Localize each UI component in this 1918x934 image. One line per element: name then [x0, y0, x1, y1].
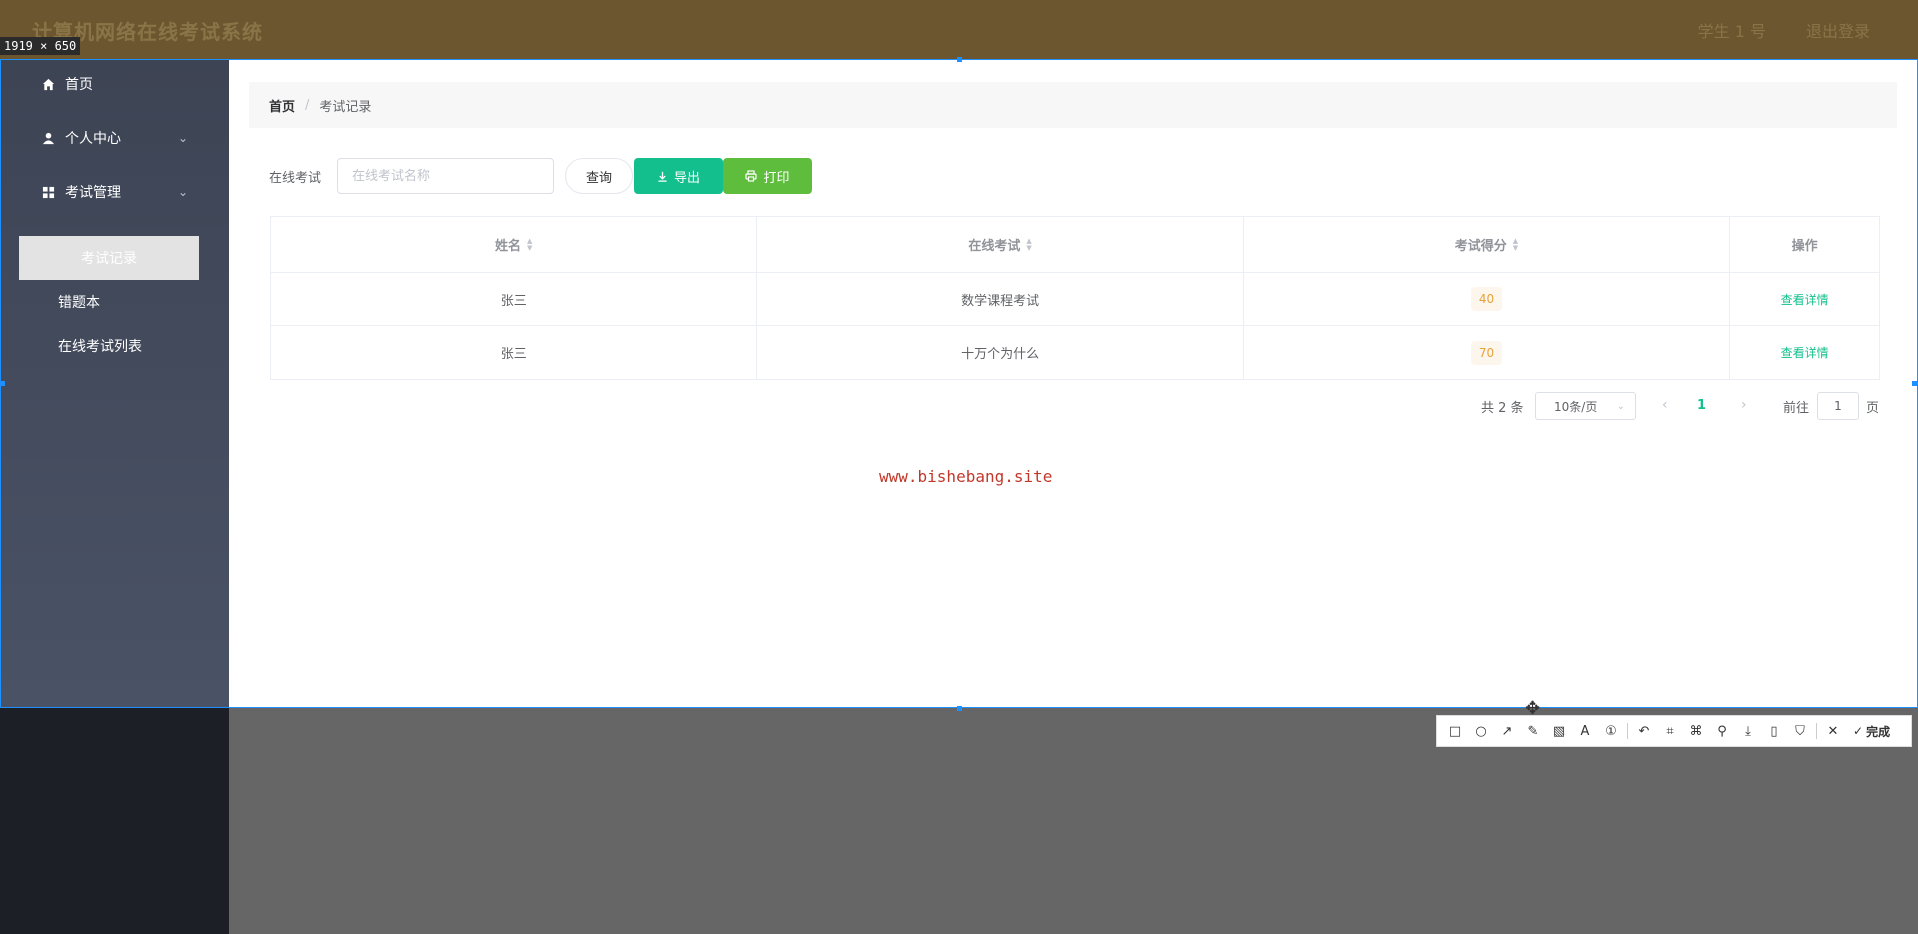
goto-label: 前往 [1783, 401, 1810, 416]
mosaic-tool-icon[interactable]: ▧ [1549, 721, 1569, 741]
bookmark-icon[interactable]: ⛉ [1790, 721, 1810, 741]
breadcrumb-current: 考试记录 [319, 99, 372, 115]
sidebar-item-profile[interactable]: 个人中心 ⌄ [42, 128, 188, 148]
sort-icon[interactable]: ▲ ▼ [1026, 237, 1031, 252]
table-row: 张三 数学课程考试 40 查看详情 [271, 273, 1879, 326]
score-badge: 70 [1470, 340, 1503, 365]
table-header-row: 姓名 ▲ ▼ 在线考试 ▲ ▼ 考试得分 ▲ ▼ 操作 [271, 217, 1879, 273]
sidebar-item-label: 考试管理 [65, 185, 121, 201]
header-label: 操作 [1791, 239, 1818, 254]
capture-toolbar: □ ○ ↗ ✎ ▧ A ① ↶ ⌗ ⌘ ⚲ ⤓ ▯ ⛉ ✕ ✓ 完成 [1436, 715, 1912, 747]
pagination-total: 共 2 条 [1481, 401, 1524, 416]
search-label: 在线考试 [269, 171, 322, 186]
arrow-tool-icon[interactable]: ↗ [1497, 721, 1517, 741]
page-size-select[interactable]: 10条/页 ⌄ [1535, 392, 1636, 420]
table-row: 张三 十万个为什么 70 查看详情 [271, 326, 1879, 379]
capture-handle[interactable] [1912, 381, 1917, 386]
sidebar: 首页 个人中心 ⌄ 考试管理 ⌄ 考试记录 错题本 在线考试列表 [0, 59, 229, 708]
capture-size-tag: 1919 × 650 [0, 37, 81, 55]
next-page-icon[interactable]: › [1741, 397, 1747, 413]
chevron-down-icon: ⌄ [178, 131, 189, 145]
sort-icon[interactable]: ▲ ▼ [527, 237, 532, 252]
check-icon: ✓ [1853, 724, 1864, 738]
header-label: 考试得分 [1454, 239, 1507, 254]
breadcrumb-home[interactable]: 首页 [269, 96, 295, 115]
view-details-link[interactable]: 查看详情 [1781, 344, 1829, 361]
ocr-icon[interactable]: ⌗ [1660, 721, 1680, 741]
goto-page-input[interactable]: 1 [1817, 392, 1859, 420]
chevron-down-icon: ⌄ [1616, 400, 1625, 412]
save-icon[interactable]: ⤓ [1738, 721, 1758, 741]
column-header-actions: 操作 [1730, 217, 1879, 272]
translate-icon[interactable]: ⌘ [1686, 721, 1706, 741]
close-icon[interactable]: ✕ [1823, 721, 1843, 741]
export-button[interactable]: 导出 [634, 158, 723, 194]
top-header: 计算机网络在线考试系统 学生 1 号 退出登录 [0, 0, 1918, 59]
chevron-down-icon: ⌄ [178, 185, 189, 199]
sidebar-item-exam-manage[interactable]: 考试管理 ⌄ [42, 182, 188, 202]
toolbar-divider [1816, 723, 1817, 739]
number-tool-icon[interactable]: ① [1601, 721, 1621, 741]
ellipse-tool-icon[interactable]: ○ [1471, 721, 1491, 741]
page-suffix: 页 [1866, 401, 1880, 416]
view-details-link[interactable]: 查看详情 [1781, 291, 1829, 308]
toolbar-divider [1627, 723, 1628, 739]
user-icon [42, 132, 55, 144]
text-tool-icon[interactable]: A [1575, 721, 1595, 741]
export-label: 导出 [673, 170, 700, 186]
cell-exam: 数学课程考试 [757, 273, 1244, 325]
undo-icon[interactable]: ↶ [1634, 721, 1654, 741]
logout-link[interactable]: 退出登录 [1806, 18, 1870, 42]
grid-icon [42, 186, 55, 198]
rectangle-tool-icon[interactable]: □ [1445, 721, 1465, 741]
query-label: 查询 [585, 170, 612, 186]
sidebar-bottom [0, 708, 229, 934]
print-button[interactable]: 打印 [723, 158, 812, 194]
sidebar-subitem-exam-records[interactable]: 考试记录 [19, 236, 199, 280]
sidebar-subitem-wrong-questions[interactable]: 错题本 [58, 292, 100, 312]
search-input[interactable] [337, 158, 554, 194]
capture-handle[interactable] [957, 706, 962, 711]
cell-exam: 十万个为什么 [757, 326, 1244, 379]
sidebar-item-label: 首页 [65, 77, 93, 93]
prev-page-icon[interactable]: ‹ [1662, 397, 1668, 413]
column-header-exam[interactable]: 在线考试 ▲ ▼ [757, 217, 1244, 272]
page-size-value: 10条/页 [1554, 399, 1598, 414]
page-number-current[interactable]: 1 [1697, 398, 1706, 413]
header-label: 在线考试 [968, 239, 1021, 254]
download-icon [658, 171, 667, 182]
sidebar-item-label: 个人中心 [65, 131, 121, 147]
cell-actions: 查看详情 [1730, 273, 1879, 325]
current-user[interactable]: 学生 1 号 [1698, 18, 1766, 42]
column-header-score[interactable]: 考试得分 ▲ ▼ [1244, 217, 1731, 272]
header-right: 学生 1 号 退出登录 [1698, 18, 1870, 42]
cell-actions: 查看详情 [1730, 326, 1879, 379]
breadcrumb: 首页 / 考试记录 [249, 82, 1897, 128]
cell-name: 张三 [271, 326, 758, 379]
home-icon [42, 78, 55, 90]
sort-icon[interactable]: ▲ ▼ [1513, 237, 1518, 252]
phone-icon[interactable]: ▯ [1764, 721, 1784, 741]
exam-records-table: 姓名 ▲ ▼ 在线考试 ▲ ▼ 考试得分 ▲ ▼ 操作 张三 数学课程考试 40 查看详情 … [270, 216, 1880, 380]
score-badge: 40 [1470, 287, 1503, 311]
capture-handle[interactable] [957, 57, 962, 62]
capture-handle[interactable] [0, 381, 5, 386]
cell-score: 40 [1244, 273, 1731, 325]
cell-name: 张三 [271, 273, 758, 325]
done-label: 完成 [1866, 724, 1891, 739]
column-header-name[interactable]: 姓名 ▲ ▼ [271, 217, 758, 272]
print-label: 打印 [763, 170, 790, 186]
breadcrumb-separator: / [305, 97, 310, 113]
done-button[interactable]: ✓ 完成 [1853, 723, 1890, 740]
main-content: 首页 / 考试记录 在线考试 查询 导出 打印 姓名 ▲▼ 在线考试 ▲▼ 考试得分… [229, 59, 1918, 708]
pin-icon[interactable]: ⚲ [1712, 721, 1732, 741]
cell-score: 70 [1244, 326, 1731, 379]
header-label: 姓名 [494, 239, 521, 254]
query-button[interactable]: 查询 [565, 158, 633, 194]
sidebar-subitem-online-exams[interactable]: 在线考试列表 [58, 336, 142, 356]
watermark-text: www.bishebang.site [879, 467, 1053, 486]
pen-tool-icon[interactable]: ✎ [1523, 721, 1543, 741]
sidebar-item-home[interactable]: 首页 [42, 74, 93, 94]
printer-icon [745, 170, 758, 182]
